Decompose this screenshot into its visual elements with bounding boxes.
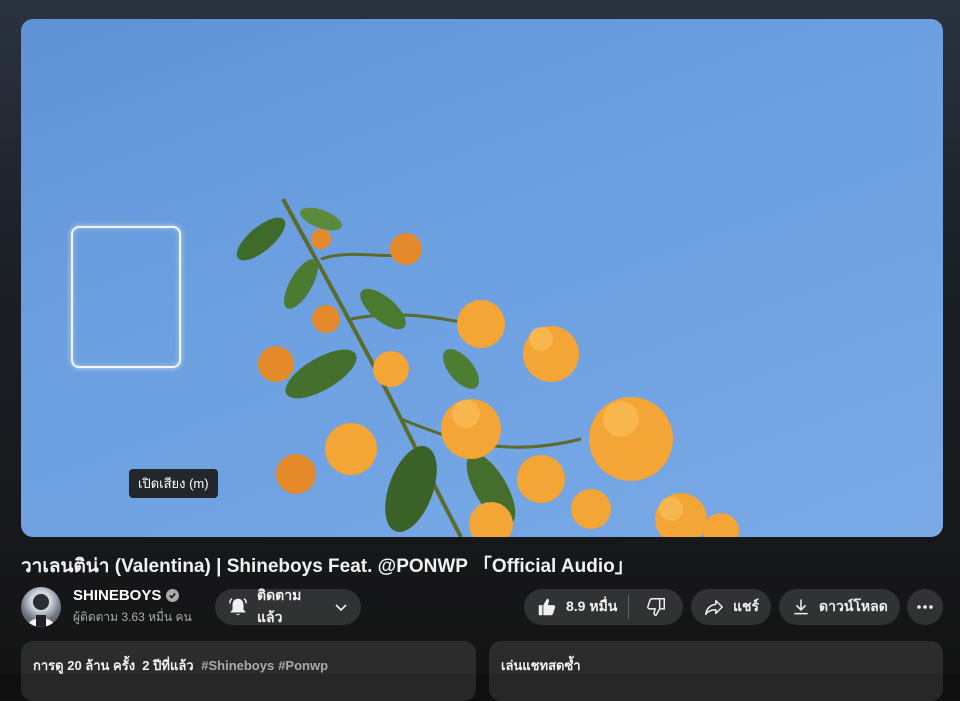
live-chat-replay-label: เล่นแชทสดซ้ำ: [501, 658, 581, 673]
view-count-and-date: การดู 20 ล้าน ครั้ง 2 ปีที่แล้ว: [33, 658, 194, 673]
dislike-button[interactable]: [629, 589, 683, 625]
like-dislike-group: 8.9 หมื่น: [524, 589, 683, 625]
unmute-hint-outline[interactable]: [71, 226, 181, 368]
chevron-down-icon: [333, 599, 349, 615]
download-label: ดาวน์โหลด: [819, 598, 888, 614]
video-player[interactable]: เปิดเสียง (m): [21, 19, 943, 537]
subscribed-label: ติดตามแล้ว: [257, 587, 302, 625]
thumbs-down-icon: [645, 596, 667, 618]
share-button[interactable]: แชร์: [691, 589, 771, 625]
bell-icon: [227, 596, 249, 618]
thumbs-up-icon: [536, 596, 558, 618]
hashtag-link[interactable]: #Shineboys: [201, 658, 274, 673]
video-title: วาเลนติน่า (Valentina) | Shineboys Feat.…: [21, 556, 634, 577]
subscriber-count: ผู้ติดตาม 3.63 หมื่น คน: [73, 610, 192, 624]
channel-owner: SHINEBOYS ผู้ติดตาม 3.63 หมื่น คน: [21, 587, 192, 627]
more-actions-button[interactable]: [907, 589, 943, 625]
avatar-person-icon: [27, 594, 55, 627]
hashtag-link[interactable]: #Ponwp: [278, 658, 328, 673]
subscribed-button[interactable]: ติดตามแล้ว: [215, 587, 361, 625]
description-card[interactable]: การดู 20 ล้าน ครั้ง 2 ปีที่แล้ว #Shinebo…: [21, 641, 476, 701]
live-chat-replay-card[interactable]: เล่นแชทสดซ้ำ: [489, 641, 943, 701]
verified-check-icon: [166, 589, 180, 602]
share-arrow-icon: [703, 596, 725, 618]
avatar[interactable]: [21, 587, 61, 627]
unmute-tooltip: เปิดเสียง (m): [129, 469, 218, 498]
channel-name[interactable]: SHINEBOYS: [73, 587, 161, 604]
like-button[interactable]: 8.9 หมื่น: [524, 589, 628, 625]
like-count: 8.9 หมื่น: [566, 598, 618, 614]
download-button[interactable]: ดาวน์โหลด: [779, 589, 900, 625]
share-label: แชร์: [733, 598, 760, 614]
more-horizontal-icon: [916, 598, 934, 616]
download-icon: [791, 597, 811, 617]
